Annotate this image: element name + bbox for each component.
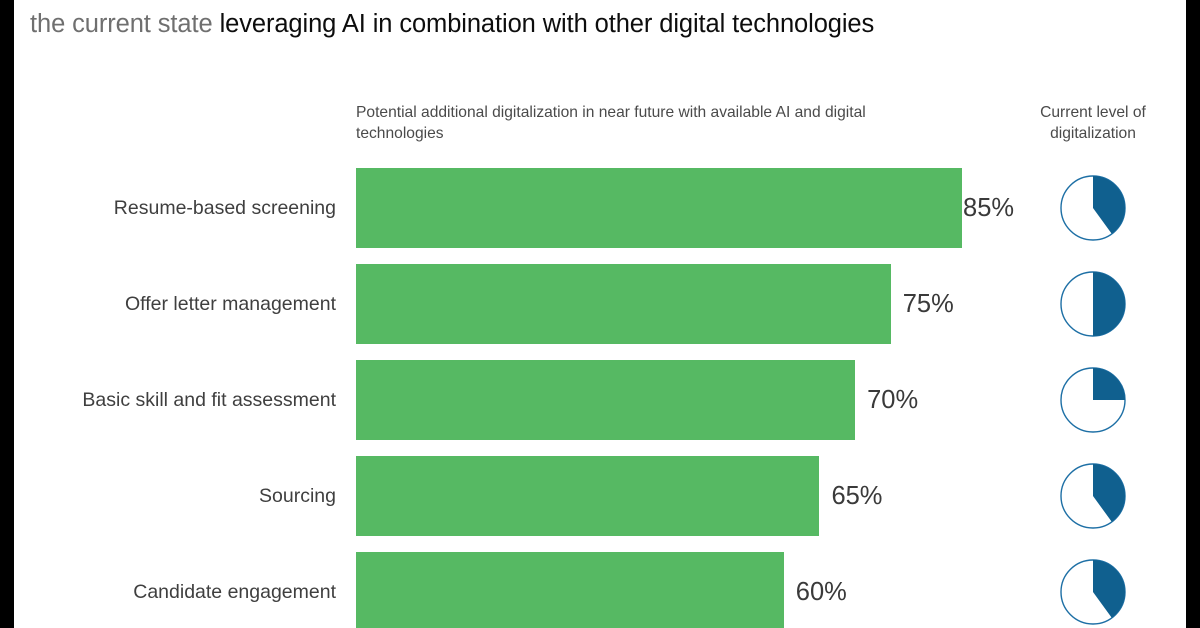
chart-rows: Resume-based screening 85% Offer letter ma… <box>0 0 1200 628</box>
pie-chart-icon <box>1060 559 1126 625</box>
chart-canvas: the current state leveraging AI in combi… <box>0 0 1200 628</box>
bar-value-label: 75% <box>902 290 954 318</box>
chart-row: Sourcing 65% <box>0 456 1200 536</box>
row-label: Offer letter management <box>125 293 336 315</box>
bar-value-label: 60% <box>795 578 847 606</box>
bar-potential-digitalization <box>356 552 784 628</box>
row-label: Candidate engagement <box>133 581 336 603</box>
bar-value-label: 65% <box>831 482 883 510</box>
bar-potential-digitalization <box>356 360 856 440</box>
bar-potential-digitalization <box>356 456 820 536</box>
pie-chart-icon <box>1060 175 1126 241</box>
row-label: Basic skill and fit assessment <box>82 389 336 411</box>
chart-row: Candidate engagement 60% <box>0 552 1200 628</box>
bar-value-label: 85% <box>963 194 1015 222</box>
pie-chart-icon <box>1060 367 1126 433</box>
chart-row: Offer letter management 75% <box>0 264 1200 344</box>
pie-current-level <box>1060 367 1126 433</box>
chart-row: Resume-based screening 85% <box>0 168 1200 248</box>
pie-current-level <box>1060 271 1126 337</box>
pie-chart-icon <box>1060 271 1126 337</box>
row-label: Resume-based screening <box>113 197 336 219</box>
pie-chart-icon <box>1060 463 1126 529</box>
bar-potential-digitalization <box>356 168 963 248</box>
pie-current-level <box>1060 175 1126 241</box>
pie-current-level <box>1060 559 1126 625</box>
row-label: Sourcing <box>259 485 336 507</box>
chart-row: Basic skill and fit assessment 70% <box>0 360 1200 440</box>
pie-current-level <box>1060 463 1126 529</box>
bar-value-label: 70% <box>867 386 919 414</box>
bar-potential-digitalization <box>356 264 891 344</box>
